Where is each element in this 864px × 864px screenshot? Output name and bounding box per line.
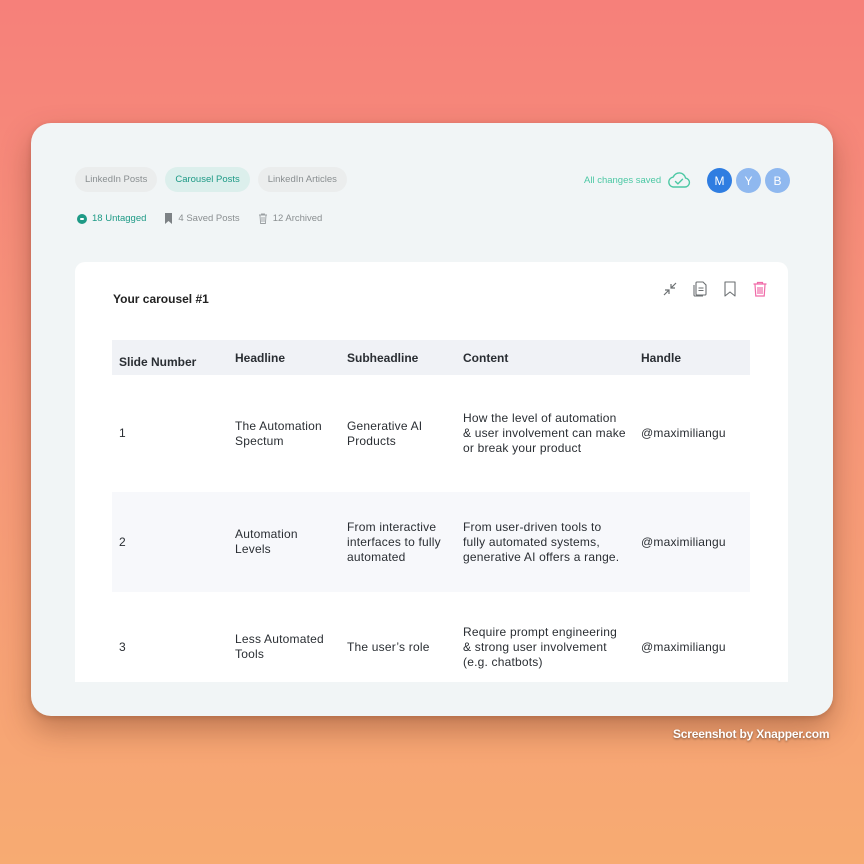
column-header-slide-number[interactable]: Slide Number: [112, 340, 228, 375]
carousel-table: Slide Number Headline Subheadline Conten…: [112, 340, 750, 682]
table-row[interactable]: 2 Automation Levels From interactive int…: [112, 492, 750, 592]
table-row[interactable]: 3 Less Automated Tools The user’s role R…: [112, 592, 750, 682]
column-header-subheadline[interactable]: Subheadline: [340, 340, 456, 375]
save-status-text: All changes saved: [584, 174, 662, 186]
carousel-card: Your carousel #1 Slide Number Headline S…: [75, 262, 788, 682]
column-header-content[interactable]: Content: [456, 340, 634, 375]
app-window: LinkedIn Posts Carousel Posts LinkedIn A…: [31, 123, 833, 716]
cell-handle[interactable]: @maximiliangu: [634, 492, 750, 592]
tab-linkedin-posts[interactable]: LinkedIn Posts: [75, 167, 158, 192]
column-header-headline[interactable]: Headline: [228, 340, 340, 375]
avatar[interactable]: Y: [736, 168, 761, 193]
archived-filter[interactable]: 12 Archived: [258, 213, 323, 224]
cell-subheadline[interactable]: The user’s role: [340, 592, 456, 682]
copy-icon[interactable]: [691, 280, 709, 298]
cell-content[interactable]: Require prompt engineering & strong user…: [456, 592, 634, 682]
tab-carousel-posts[interactable]: Carousel Posts: [165, 167, 250, 192]
column-header-handle[interactable]: Handle: [634, 340, 750, 375]
cell-subheadline[interactable]: Generative AI Products: [340, 375, 456, 492]
saved-posts-filter[interactable]: 4 Saved Posts: [164, 213, 240, 224]
trash-icon: [258, 213, 267, 224]
cell-slide-number[interactable]: 1: [112, 375, 228, 492]
post-type-tabs: LinkedIn Posts Carousel Posts LinkedIn A…: [75, 167, 347, 192]
untagged-count: 18 Untagged: [92, 213, 147, 224]
saved-posts-count: 4 Saved Posts: [178, 213, 240, 224]
cell-content[interactable]: From user-driven tools to fully automate…: [456, 492, 634, 592]
archived-count: 12 Archived: [272, 213, 323, 224]
collapse-icon[interactable]: [661, 280, 679, 298]
avatar[interactable]: M: [707, 168, 732, 193]
cell-handle[interactable]: @maximiliangu: [634, 592, 750, 682]
tab-linkedin-articles[interactable]: LinkedIn Articles: [257, 167, 347, 192]
cell-handle[interactable]: @maximiliangu: [634, 375, 750, 492]
cell-slide-number[interactable]: 3: [112, 592, 228, 682]
cell-slide-number[interactable]: 2: [112, 492, 228, 592]
bookmark-icon[interactable]: [721, 280, 739, 298]
cell-subheadline[interactable]: From interactive interfaces to fully aut…: [340, 492, 456, 592]
cell-headline[interactable]: The Automation Spectum: [228, 375, 340, 492]
untagged-filter[interactable]: 18 Untagged: [77, 213, 146, 224]
avatar[interactable]: B: [765, 168, 790, 193]
table-row[interactable]: 1 The Automation Spectum Generative AI P…: [112, 375, 750, 492]
card-actions: [661, 280, 769, 298]
collaborators: M Y B: [707, 168, 790, 193]
cell-content[interactable]: How the level of automation & user invol…: [456, 375, 634, 492]
watermark: Screenshot by Xnapper.com: [673, 727, 830, 741]
table-header-row: Slide Number Headline Subheadline Conten…: [112, 340, 750, 375]
untagged-icon: [77, 213, 87, 224]
bookmark-filled-icon: [165, 213, 173, 224]
cell-headline[interactable]: Automation Levels: [228, 492, 340, 592]
save-status: All changes saved: [584, 171, 691, 189]
delete-icon[interactable]: [751, 280, 769, 298]
card-title: Your carousel #1: [113, 292, 209, 306]
stats-bar: 18 Untagged 4 Saved Posts 12 Archived: [77, 213, 322, 224]
cell-headline[interactable]: Less Automated Tools: [228, 592, 340, 682]
cloud-check-icon: [668, 172, 691, 188]
